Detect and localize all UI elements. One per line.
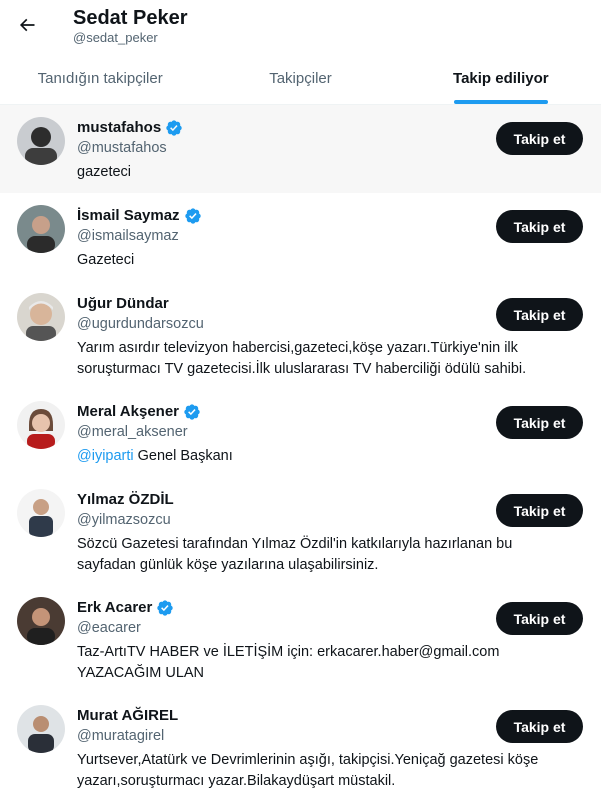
tab-bar: Tanıdığın takipçiler Takipçiler Takip ed… xyxy=(0,53,601,105)
follow-button[interactable]: Takip et xyxy=(496,710,583,743)
user-bio: Gazeteci xyxy=(77,252,135,268)
user-name[interactable]: mustafahos xyxy=(77,118,161,138)
list-item[interactable]: Murat AĞIREL @muratagirel Yurtsever,Atat… xyxy=(0,693,601,801)
avatar[interactable] xyxy=(17,205,65,253)
following-list: mustafahos @mustafahos gazeteci Takip et… xyxy=(0,105,601,801)
user-bio: Yarım asırdır televizyon habercisi,gazet… xyxy=(77,338,577,380)
page-title: Sedat Peker xyxy=(73,7,188,29)
user-handle: @ugurdundarsozcu xyxy=(77,316,204,332)
list-item[interactable]: İsmail Saymaz @ismailsaymaz Gazeteci Tak… xyxy=(0,193,601,281)
tab-following[interactable]: Takip ediliyor xyxy=(401,53,601,104)
verified-badge-icon xyxy=(184,208,201,224)
user-name[interactable]: Uğur Dündar xyxy=(77,294,169,314)
avatar[interactable] xyxy=(17,117,65,165)
follow-button[interactable]: Takip et xyxy=(496,122,583,155)
tab-label: Tanıdığın takipçiler xyxy=(37,70,163,87)
bio-line: Taz-ArtıTV HABER ve İLETİŞİM için: erkac… xyxy=(77,644,500,660)
user-name[interactable]: Yılmaz ÖZDİL xyxy=(77,490,174,510)
bio-line: Yurtsever,Atatürk ve Devrimlerinin aşığı… xyxy=(77,752,539,768)
list-item[interactable]: mustafahos @mustafahos gazeteci Takip et xyxy=(0,105,601,193)
follow-button[interactable]: Takip et xyxy=(496,602,583,635)
user-handle: @ismailsaymaz xyxy=(77,228,179,244)
follow-button[interactable]: Takip et xyxy=(496,210,583,243)
user-name[interactable]: Erk Acarer xyxy=(77,598,152,618)
user-bio: gazeteci xyxy=(77,164,132,180)
list-item[interactable]: Yılmaz ÖZDİL @yilmazsozcu Sözcü Gazetesi… xyxy=(0,477,601,585)
follow-button[interactable]: Takip et xyxy=(496,406,583,439)
back-button[interactable] xyxy=(10,8,44,42)
user-name[interactable]: Meral Akşener xyxy=(77,402,179,422)
bio-mention-link[interactable]: @iyiparti xyxy=(77,448,134,464)
user-bio: @iyiparti Genel Başkanı xyxy=(77,446,577,467)
avatar[interactable] xyxy=(17,293,65,341)
user-handle: @eacarer xyxy=(77,620,141,636)
user-bio: Yurtsever,Atatürk ve Devrimlerinin aşığı… xyxy=(77,750,577,792)
list-item[interactable]: Meral Akşener @meral_aksener @iyiparti G… xyxy=(0,389,601,477)
verified-badge-icon xyxy=(184,404,200,420)
follow-button[interactable]: Takip et xyxy=(496,298,583,331)
verified-badge-icon xyxy=(166,120,182,136)
user-handle: @mustafahos xyxy=(77,140,167,156)
list-item[interactable]: Erk Acarer @eacarer Taz-ArtıTV HABER ve … xyxy=(0,585,601,693)
follow-button[interactable]: Takip et xyxy=(496,494,583,527)
active-tab-indicator xyxy=(453,100,548,104)
arrow-left-icon xyxy=(19,18,35,32)
tab-label: Takip ediliyor xyxy=(453,70,549,87)
avatar[interactable] xyxy=(17,597,65,645)
user-handle: @meral_aksener xyxy=(77,424,188,440)
tab-known-followers[interactable]: Tanıdığın takipçiler xyxy=(0,53,200,104)
tab-followers[interactable]: Takipçiler xyxy=(200,53,400,104)
user-handle: @muratagirel xyxy=(77,728,165,744)
bio-line: YAZACAĞIM ULAN xyxy=(77,665,205,681)
user-bio: Taz-ArtıTV HABER ve İLETİŞİM için: erkac… xyxy=(77,642,577,684)
tab-label: Takipçiler xyxy=(269,70,332,87)
user-bio: Sözcü Gazetesi tarafından Yılmaz Özdil'i… xyxy=(77,534,577,576)
user-handle: @yilmazsozcu xyxy=(77,512,171,528)
profile-header: Sedat Peker @sedat_peker xyxy=(0,0,601,53)
avatar[interactable] xyxy=(17,489,65,537)
avatar[interactable] xyxy=(17,401,65,449)
list-item[interactable]: Uğur Dündar @ugurdundarsozcu Yarım asırd… xyxy=(0,281,601,389)
bio-line: soruşturmacı TV gazetecisi.İlk uluslarar… xyxy=(77,361,527,377)
bio-line: Sözcü Gazetesi tarafından Yılmaz Özdil'i… xyxy=(77,536,513,552)
avatar[interactable] xyxy=(17,705,65,753)
bio-line: yazarı,soruşturmacı yazar.Bilakaydüşart … xyxy=(77,773,396,789)
bio-line: sayfadan günlük köşe yazılarına ulaşabil… xyxy=(77,557,379,573)
user-name[interactable]: Murat AĞIREL xyxy=(77,706,178,726)
bio-line: Yarım asırdır televizyon habercisi,gazet… xyxy=(77,340,518,356)
bio-text: Genel Başkanı xyxy=(133,448,233,464)
page-handle: @sedat_peker xyxy=(73,30,158,45)
user-name[interactable]: İsmail Saymaz xyxy=(77,206,180,226)
verified-badge-icon xyxy=(157,600,174,616)
